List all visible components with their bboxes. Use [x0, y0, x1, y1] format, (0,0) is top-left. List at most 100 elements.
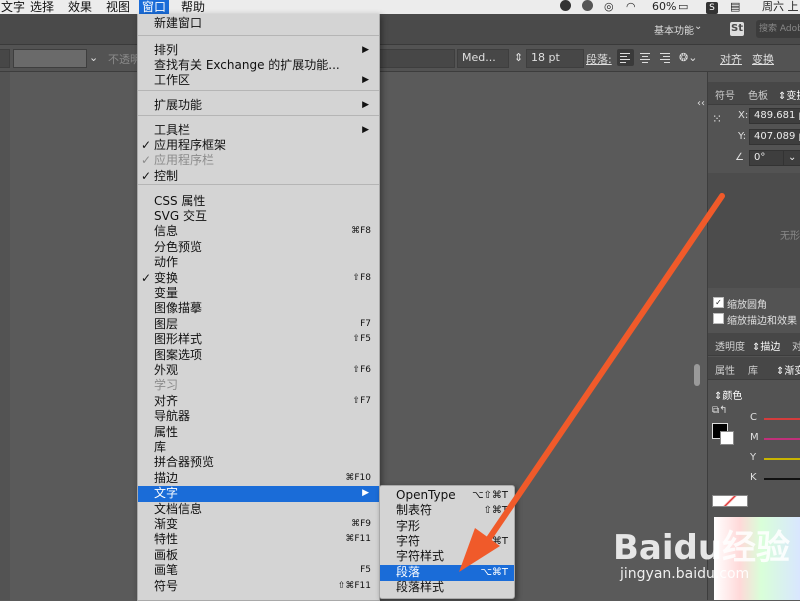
angle-input[interactable]: 0° [749, 150, 785, 166]
window-menu-item[interactable]: 变量 [138, 286, 379, 302]
window-menu-item[interactable]: 库 [138, 440, 379, 456]
style-swatch[interactable] [13, 49, 87, 68]
swap-colors-icon[interactable]: ⧉↰ [712, 405, 728, 416]
type-submenu-item[interactable]: 制表符 ⇧⌘T [380, 503, 514, 519]
tab-libraries[interactable]: 库 [748, 362, 758, 377]
window-menu-item[interactable]: ✓ 控制 [138, 169, 379, 185]
window-menu-item[interactable]: 图层 F7 [138, 317, 379, 333]
stepper-icon[interactable]: ⇕ [514, 51, 523, 64]
window-menu-item[interactable]: 工具栏 ▶ [138, 123, 379, 139]
creative-cloud-icon[interactable] [582, 0, 593, 14]
window-menu-item[interactable]: 画笔 F5 [138, 563, 379, 579]
window-menu-item[interactable]: ✓ 应用程序框架 [138, 138, 379, 154]
chevron-down-icon[interactable]: ⌄ [694, 21, 702, 32]
align-panel-button[interactable]: 对齐 [720, 51, 742, 67]
type-submenu-item[interactable]: 段落 ⌥⌘T [380, 565, 514, 581]
collapse-icon[interactable]: ‹‹ [697, 98, 705, 109]
window-menu-item[interactable]: 渐变 ⌘F9 [138, 517, 379, 533]
sync-icon[interactable]: ◎ [604, 0, 614, 14]
font-size-field[interactable]: 18 pt [526, 49, 584, 68]
window-menu-item[interactable]: CSS 属性 [138, 194, 379, 210]
channel-y-slider[interactable] [764, 458, 800, 460]
window-menu-item[interactable]: 新建窗口 [138, 16, 379, 32]
tab-transform[interactable]: ⇕变换 [778, 87, 800, 102]
submenu-arrow-icon: ▶ [362, 100, 369, 110]
window-menu-item[interactable]: ✓ 变换 ⇧F8 [138, 271, 379, 287]
align-right-button[interactable] [657, 49, 674, 66]
window-menu-item[interactable]: 分色预览 [138, 240, 379, 256]
window-menu-item[interactable]: 信息 ⌘F8 [138, 224, 379, 240]
sogou-icon[interactable]: S [706, 0, 718, 14]
menu-help[interactable]: 帮助 [178, 0, 208, 14]
window-menu-item[interactable]: 导航器 [138, 409, 379, 425]
window-menu-item[interactable]: 符号 ⇧⌘F11 [138, 579, 379, 595]
window-menu-item[interactable]: SVG 交互 [138, 209, 379, 225]
x-position-input[interactable]: 489.681 p [749, 108, 800, 124]
window-menu-item[interactable]: 文档信息 [138, 502, 379, 518]
tab-color[interactable]: ⇕颜色 [714, 387, 742, 402]
type-submenu-item[interactable]: 字符 ⌘T [380, 534, 514, 550]
type-submenu-item[interactable]: 字符样式 [380, 549, 514, 565]
stroke-swatch[interactable] [720, 431, 734, 445]
menu-type[interactable]: 文字 [0, 0, 28, 14]
window-menu-item[interactable]: 扩展功能 ▶ [138, 98, 379, 114]
tab-gradient[interactable]: ⇕渐变 [776, 362, 800, 377]
tab-transparency[interactable]: 透明度 [715, 338, 745, 353]
window-menu-item[interactable]: 文字 ▶ [138, 486, 379, 502]
wechat-icon[interactable] [560, 0, 571, 14]
none-black-white-swatches[interactable] [712, 495, 748, 507]
window-menu-item[interactable]: 图案选项 [138, 348, 379, 364]
type-submenu-item[interactable]: 字形 [380, 519, 514, 535]
align-center-button[interactable] [637, 49, 654, 66]
baidu-jingyan-watermark: Baidu经验 [613, 528, 791, 568]
chevron-down-icon[interactable]: ⌄ [89, 51, 98, 64]
type-submenu-item[interactable]: OpenType ⌥⇧⌘T [380, 488, 514, 504]
window-menu-item[interactable]: 动作 [138, 255, 379, 271]
channel-k-slider[interactable] [764, 478, 800, 480]
menu-effect[interactable]: 效果 [65, 0, 95, 14]
type-submenu-item[interactable]: 段落样式 [380, 580, 514, 596]
scale-corners-checkbox[interactable]: ✓ [713, 297, 724, 308]
channel-m-slider[interactable] [764, 438, 800, 440]
menu-window[interactable]: 窗口 [139, 0, 170, 14]
window-menu-item[interactable]: 排列 ▶ [138, 43, 379, 59]
clock[interactable]: 周六 上午11:5 [762, 0, 800, 27]
window-menu-item[interactable]: 外观 ⇧F6 [138, 363, 379, 379]
tab-swatches[interactable]: 色板 [748, 87, 768, 102]
tab-properties[interactable]: 属性 [715, 362, 735, 377]
reference-point-icon[interactable]: ⁙ [712, 112, 722, 126]
window-menu-item[interactable]: 工作区 ▶ [138, 73, 379, 89]
menu-view[interactable]: 视图 [103, 0, 133, 14]
window-menu-item[interactable]: 描边 ⌘F10 [138, 471, 379, 487]
stock-search-input[interactable]: 搜索 Adobe St [756, 20, 800, 38]
window-menu-item[interactable]: 对齐 ⇧F7 [138, 394, 379, 410]
window-menu-item-label: 信息 [154, 224, 179, 238]
stroke-field[interactable] [0, 49, 10, 68]
align-left-button[interactable] [617, 49, 634, 66]
channel-c-slider[interactable] [764, 418, 800, 420]
display-icon[interactable]: ▤ [730, 0, 740, 14]
scale-strokes-checkbox[interactable] [713, 313, 724, 324]
transform-panel-button[interactable]: 变换 [752, 51, 774, 67]
tab-symbols[interactable]: 符号 [715, 87, 735, 102]
window-menu-item[interactable]: 图形样式 ⇧F5 [138, 332, 379, 348]
vertical-scrollbar[interactable] [694, 364, 700, 386]
window-menu-item[interactable]: 特性 ⌘F11 [138, 532, 379, 548]
window-menu-item[interactable]: 查找有关 Exchange 的扩展功能... [138, 58, 379, 74]
wifi-icon[interactable]: ◠ [626, 0, 636, 14]
battery-icon[interactable]: ▭ [678, 0, 688, 14]
font-weight-select[interactable]: Med... [457, 49, 509, 68]
paragraph-label[interactable]: 段落: [586, 51, 612, 67]
window-menu-item[interactable]: 画板 [138, 548, 379, 564]
window-menu-item[interactable]: 属性 [138, 425, 379, 441]
workspace-switcher[interactable]: 基本功能 [654, 22, 694, 37]
tab-stroke[interactable]: ⇕描边 [752, 338, 780, 353]
menu-select[interactable]: 选择 [27, 0, 57, 14]
recolor-icon[interactable]: ❂⌄ [679, 51, 697, 64]
chevron-down-icon[interactable]: ⌄ [783, 150, 800, 166]
window-menu-item[interactable]: 图像描摹 [138, 301, 379, 317]
y-position-input[interactable]: 407.089 p [749, 129, 800, 145]
window-menu-item[interactable]: 拼合器预览 [138, 455, 379, 471]
tab-align[interactable]: 对 [792, 338, 800, 353]
stock-icon[interactable]: St [730, 22, 744, 36]
